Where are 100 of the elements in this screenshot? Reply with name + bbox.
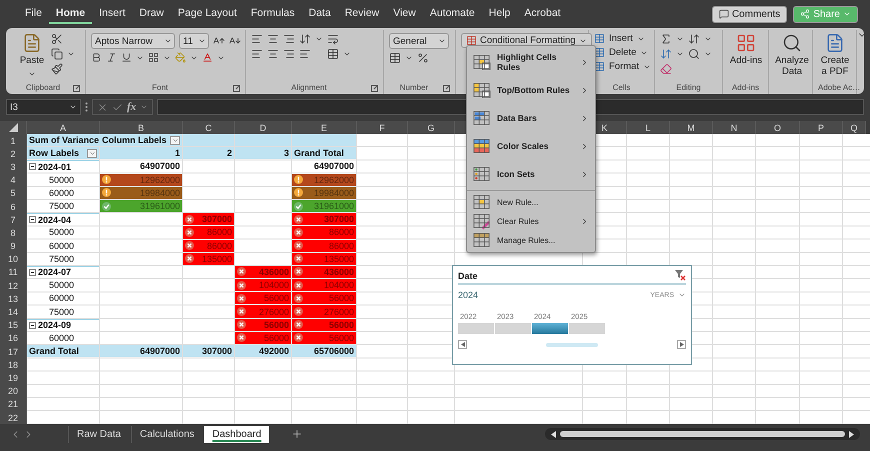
row-header[interactable]: 1 [0, 134, 27, 148]
group-label: 2024-09 [38, 320, 72, 330]
number-format-field[interactable]: General [389, 33, 449, 49]
menu-item[interactable]: Manage Rules... [467, 231, 595, 250]
row-header[interactable]: 3 [0, 160, 27, 174]
font-name-field[interactable]: Aptos Narrow [91, 33, 175, 49]
menu-tab[interactable]: Home [48, 4, 92, 24]
menu-item[interactable]: Highlight Cells Rules [467, 48, 595, 76]
row-header[interactable]: 7 [0, 213, 27, 226]
menu-tab[interactable]: Data [302, 4, 338, 24]
row-header[interactable]: 10 [0, 252, 27, 266]
menu-item[interactable]: New Rule... [467, 193, 595, 212]
cell-value: 307000 [324, 214, 354, 224]
analyze-data-button[interactable]: Analyze Data [774, 56, 810, 78]
add-ins-button[interactable]: Add-ins [728, 56, 764, 67]
row-header[interactable]: 5 [0, 186, 27, 200]
button-label: Conditional Formatting [480, 35, 576, 46]
row-label: 75000 [49, 254, 74, 264]
column-header[interactable]: E [292, 121, 357, 134]
group-label: Clipboard [24, 82, 62, 94]
menu-item[interactable]: Top/Bottom Rules [467, 76, 595, 104]
cells-button[interactable]: Insert [609, 33, 633, 44]
row-header[interactable]: 6 [0, 200, 27, 214]
column-header[interactable]: F [357, 121, 408, 134]
group-label: 2024-07 [38, 267, 72, 278]
sheet-tab[interactable]: Raw Data [68, 426, 129, 443]
row-header[interactable]: 2 [0, 147, 27, 160]
column-header[interactable]: P [800, 121, 843, 134]
menu-item-label: Manage Rules... [497, 236, 556, 245]
group-label: Add-ins [730, 82, 760, 94]
menu-item[interactable]: Color Scales [467, 132, 595, 160]
column-header[interactable]: N [713, 121, 756, 134]
row-header[interactable]: 13 [0, 292, 27, 306]
cells-button[interactable]: Delete [609, 47, 636, 58]
cell-value: 56000 [264, 332, 289, 343]
menu-item-label: Data Bars [497, 113, 538, 123]
row-header[interactable]: 11 [0, 266, 27, 280]
row-header[interactable]: 22 [0, 410, 27, 424]
column-header[interactable]: L [627, 121, 670, 134]
menu-tab[interactable]: Formulas [244, 4, 302, 24]
column-header[interactable]: D [235, 121, 292, 134]
menu-tab[interactable]: Insert [92, 4, 132, 24]
row-header[interactable]: 12 [0, 279, 27, 292]
menu-tab[interactable]: Automate [422, 4, 482, 24]
row-header[interactable]: 8 [0, 226, 27, 240]
column-header[interactable]: G [408, 121, 455, 134]
menu-tab[interactable]: Help [482, 4, 518, 24]
row-header[interactable]: 20 [0, 384, 27, 398]
cell-value: 104000 [258, 280, 289, 290]
column-header[interactable]: M [670, 121, 713, 134]
create-pdf-button[interactable]: Create a PDF [818, 56, 852, 78]
column-header[interactable]: O [756, 121, 800, 134]
cell-value: 1 [174, 148, 180, 158]
cell-value: 12962000 [314, 174, 354, 185]
row-header[interactable]: 16 [0, 332, 27, 345]
menu-item-label: Color Scales [497, 141, 550, 151]
menu-tab[interactable]: Review [338, 4, 386, 24]
comments-button[interactable]: Comments [712, 6, 788, 22]
row-header[interactable]: 15 [0, 318, 27, 332]
row-header[interactable]: 14 [0, 305, 27, 319]
group-label: Number [398, 82, 430, 94]
cell-value: 12962000 [140, 174, 180, 185]
sheet-tab[interactable]: Calculations [130, 426, 202, 443]
cell-value: 436000 [324, 266, 354, 277]
menu-item[interactable]: Clear Rules [467, 212, 595, 231]
paste-button[interactable]: Paste [17, 56, 47, 67]
row-header[interactable]: 19 [0, 371, 27, 385]
row-label: 50000 [49, 280, 74, 290]
cell-value: 276000 [258, 306, 289, 317]
row-label: 75000 [49, 201, 74, 212]
row-label: 60000 [49, 188, 74, 198]
font-size-field[interactable]: 11 [179, 33, 209, 49]
cell-value: 64907000 [140, 161, 180, 172]
menu-tab[interactable]: File [18, 4, 49, 24]
menu-item-label: Highlight Cells Rules [497, 52, 558, 72]
name-box[interactable]: I3 [6, 99, 81, 115]
cells-button[interactable]: Format [609, 61, 640, 72]
menu-tab[interactable]: Page Layout [170, 4, 244, 24]
column-header[interactable]: C [183, 121, 235, 134]
menu-tab[interactable]: Acrobat [517, 4, 568, 24]
cell-value: 64907000 [314, 161, 354, 172]
column-header[interactable]: A [27, 121, 100, 134]
row-header[interactable]: 4 [0, 174, 27, 187]
column-header[interactable]: Q [843, 121, 866, 134]
column-header[interactable]: B [100, 121, 183, 134]
cell-value: 2 [226, 148, 232, 158]
button-label: Share [813, 8, 840, 20]
sheet-tab[interactable]: Dashboard [204, 426, 270, 443]
menu-tab[interactable]: View [386, 4, 423, 24]
row-label: 60000 [49, 332, 74, 343]
menu-item[interactable]: Icon Sets [467, 160, 595, 188]
menu-tab[interactable]: Draw [132, 4, 171, 24]
menu-item-label: Top/Bottom Rules [497, 85, 571, 95]
group-label: Editing [675, 82, 702, 94]
row-header[interactable]: 18 [0, 358, 27, 372]
row-header[interactable]: 21 [0, 398, 27, 411]
row-header[interactable]: 9 [0, 240, 27, 253]
row-label: 75000 [49, 306, 74, 317]
row-header[interactable]: 17 [0, 345, 27, 358]
insert-function-button[interactable]: fx [127, 101, 136, 113]
